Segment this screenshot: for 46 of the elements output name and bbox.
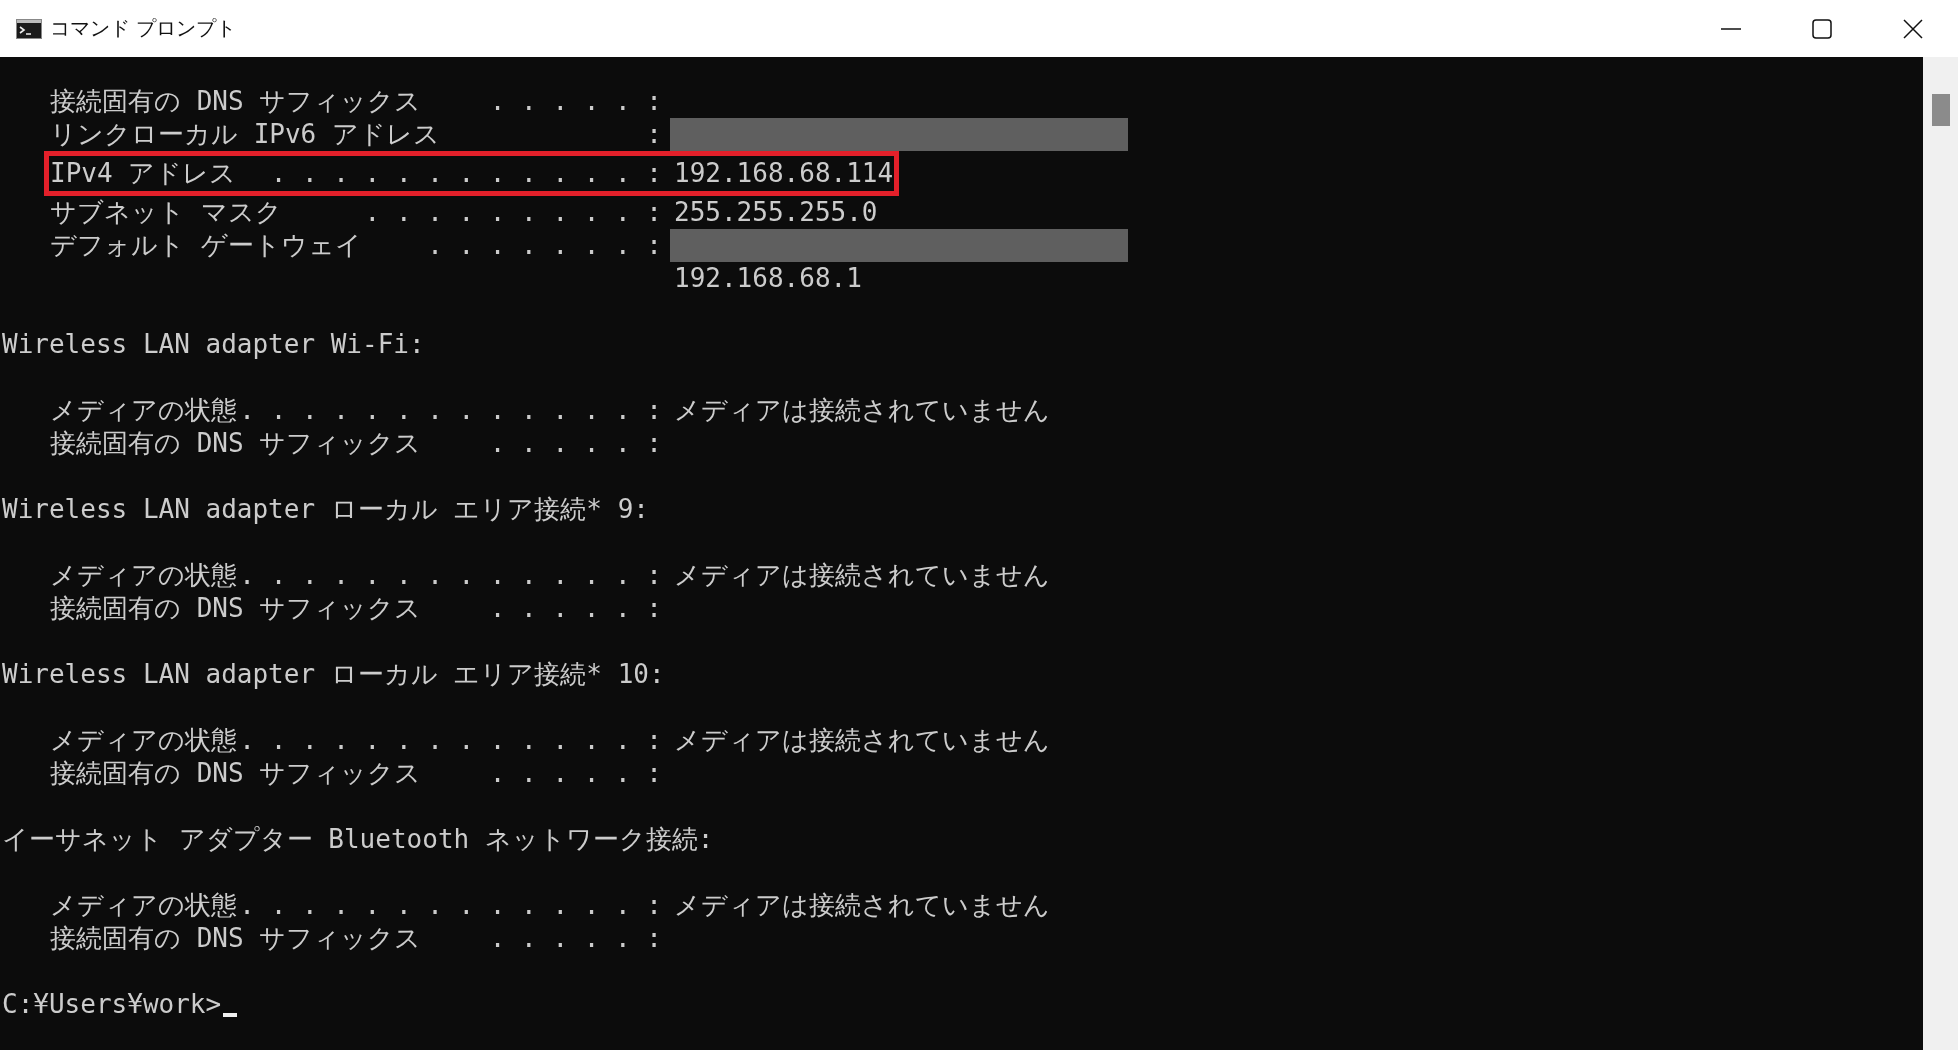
entry-label: IPv4 アドレス: [50, 157, 237, 190]
maximize-icon: [1811, 18, 1832, 39]
entry-value: メディアは接続されていません: [674, 394, 1050, 427]
adapter-heading: Wireless LAN adapter ローカル エリア接続* 9:: [2, 493, 649, 526]
entry-label: メディアの状態: [50, 394, 237, 427]
entry-label: メディアの状態: [50, 889, 237, 922]
text-cursor: [223, 1013, 238, 1017]
entry-value: 192.168.68.114: [674, 157, 894, 190]
entry-value: メディアは接続されていません: [674, 559, 1050, 592]
scrollbar[interactable]: [1923, 57, 1958, 1050]
entry-value: 255.255.255.0: [674, 196, 878, 229]
entry-value: 192.168.68.1: [674, 262, 862, 295]
entry-label: 接続固有の DNS サフィックス: [50, 592, 422, 625]
leader-dots: . . . . . . . . . . . . . :: [239, 394, 662, 427]
adapter-heading: イーサネット アダプター Bluetooth ネットワーク接続:: [2, 823, 714, 856]
entry-label: 接続固有の DNS サフィックス: [50, 757, 422, 790]
terminal-icon: [16, 18, 42, 39]
close-icon: [1902, 18, 1923, 39]
entry-label: リンクローカル IPv6 アドレス: [50, 118, 440, 151]
leader-dots: . . . . . . . . . . . . . :: [239, 724, 662, 757]
leader-dots: . . . . . . . . . :: [364, 196, 662, 229]
leader-dots: . . . . . :: [489, 592, 662, 625]
leader-dots: . . . . . :: [489, 427, 662, 460]
leader-dots: . . . . . . . . . . . . . :: [239, 889, 662, 922]
adapter-heading: Wireless LAN adapter Wi-Fi:: [2, 328, 425, 361]
leader-dots: . . . . . . . :: [427, 229, 662, 262]
window-title: コマンド プロンプト: [50, 15, 238, 42]
entry-label: サブネット マスク: [50, 196, 282, 229]
entry-value: メディアは接続されていません: [674, 724, 1050, 757]
command-prompt: C:¥Users¥work>: [2, 988, 222, 1021]
entry-label: メディアの状態: [50, 559, 237, 592]
leader-dots: . . . . . :: [489, 85, 662, 118]
entry-label: 接続固有の DNS サフィックス: [50, 427, 422, 460]
minimize-icon: [1720, 27, 1741, 30]
leader-dots: . . . . . :: [489, 922, 662, 955]
scrollbar-thumb[interactable]: [1932, 94, 1950, 126]
leader-dots: . . . . . . . . . . . . :: [270, 157, 662, 190]
entry-value: メディアは接続されていません: [674, 889, 1050, 922]
leader-dots: . . . . . :: [489, 757, 662, 790]
entry-label: 接続固有の DNS サフィックス: [50, 922, 422, 955]
leader-dots: :: [646, 118, 662, 151]
adapter-heading: Wireless LAN adapter ローカル エリア接続* 10:: [2, 658, 665, 691]
entry-label: メディアの状態: [50, 724, 237, 757]
entry-label: 接続固有の DNS サフィックス: [50, 85, 422, 118]
leader-dots: . . . . . . . . . . . . . :: [239, 559, 662, 592]
entry-label: デフォルト ゲートウェイ: [50, 229, 362, 262]
